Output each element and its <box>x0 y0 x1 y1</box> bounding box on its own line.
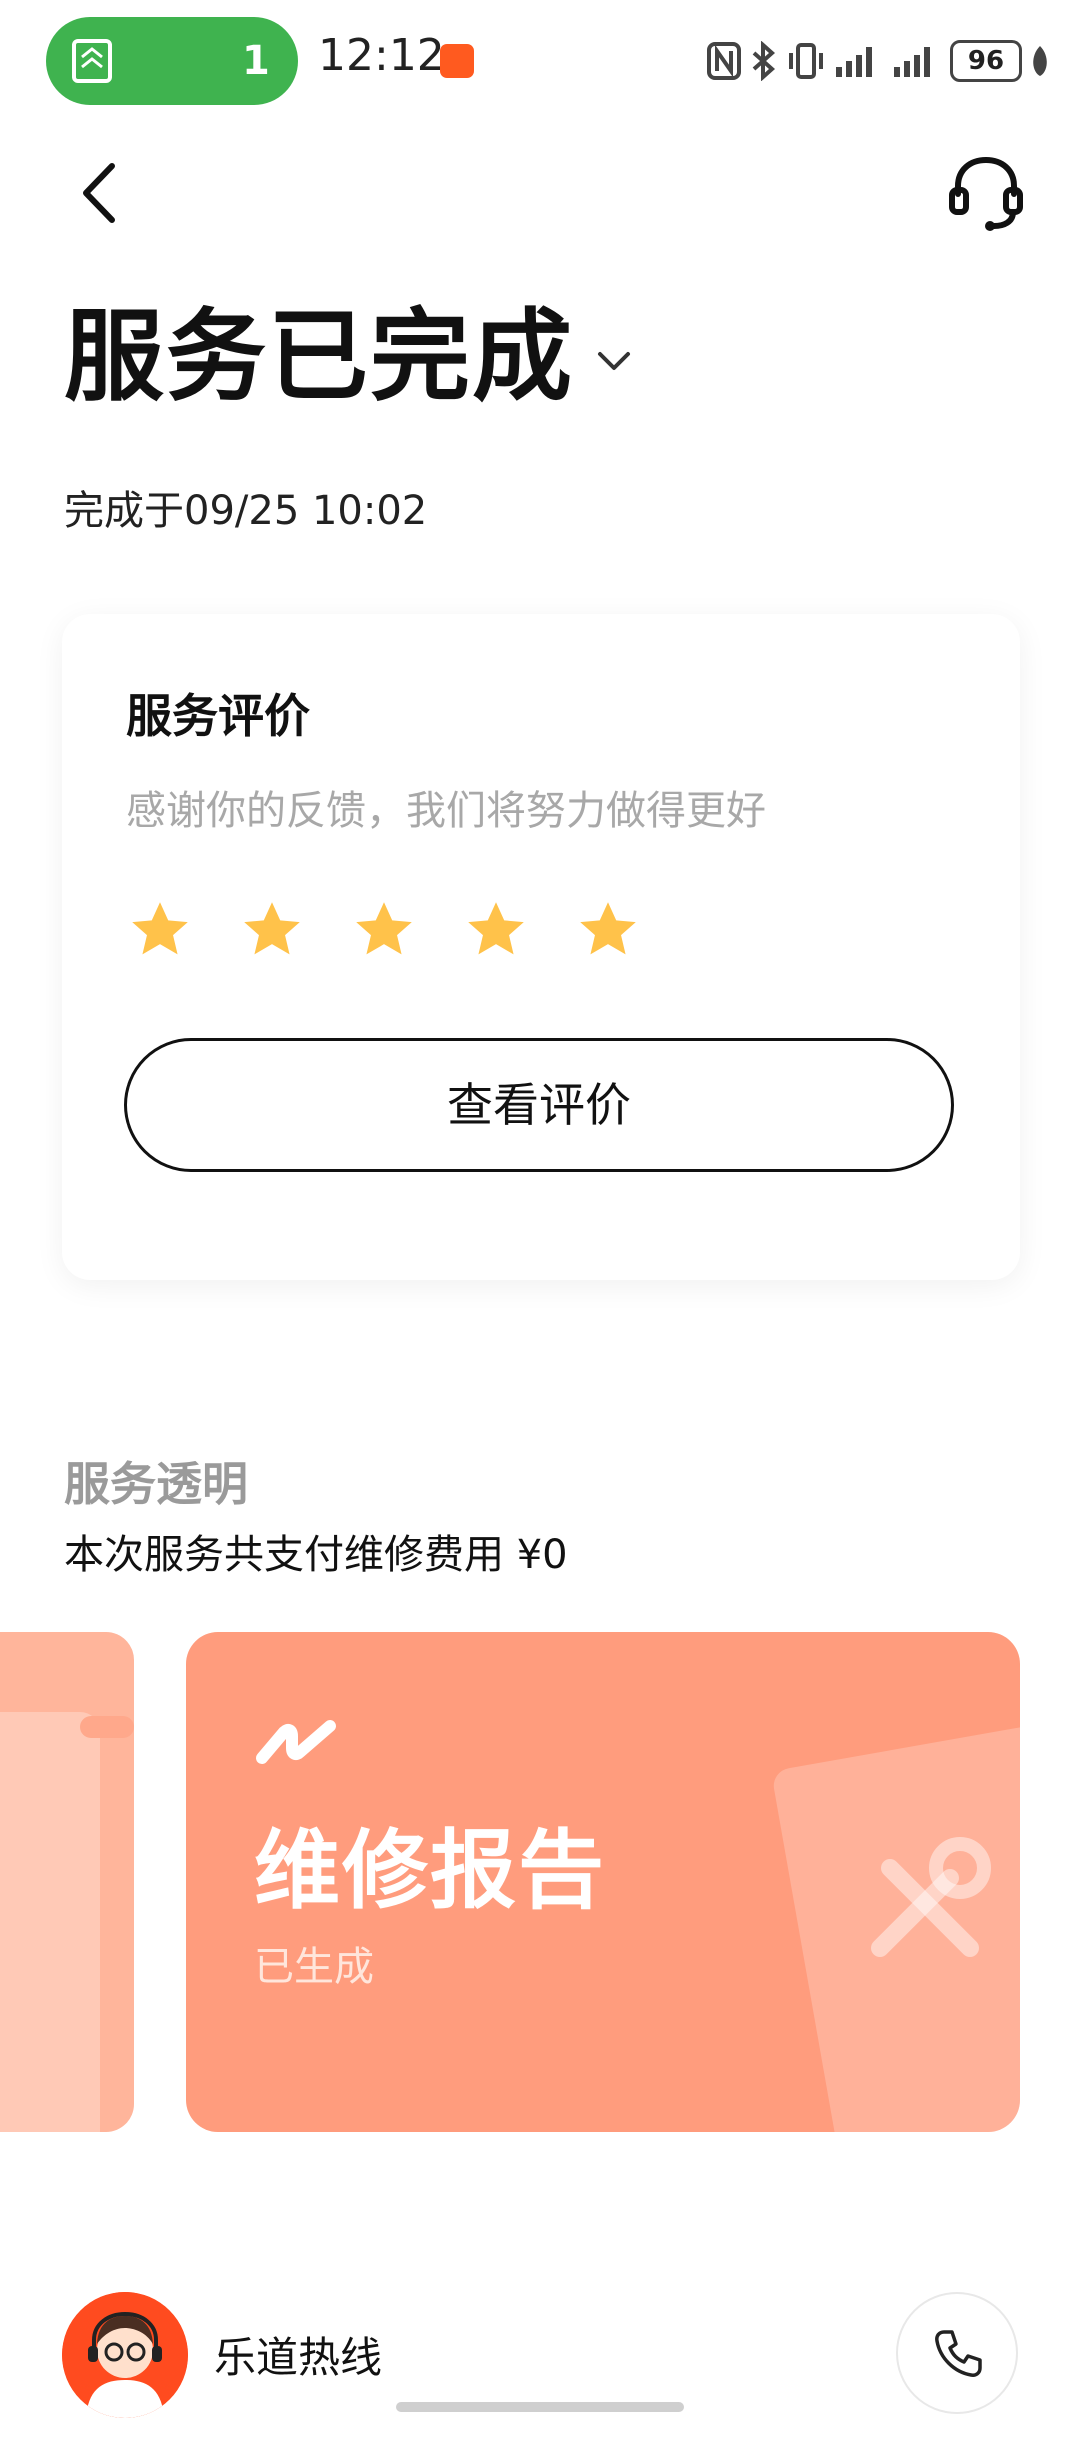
vibrate-icon <box>789 43 823 79</box>
status-bar: 1 12:12 96 <box>0 0 1080 120</box>
app-notification-icon <box>440 44 474 78</box>
star-icon[interactable] <box>126 896 194 964</box>
star-icon[interactable] <box>574 896 642 964</box>
rating-card: 服务评价 感谢你的反馈，我们将努力做得更好 查看评价 <box>62 614 1020 1280</box>
bluetooth-icon <box>752 41 776 81</box>
brand-wave-icon <box>256 1720 336 1764</box>
star-icon[interactable] <box>350 896 418 964</box>
status-icons: 96 <box>706 36 1050 86</box>
rating-subtitle: 感谢你的反馈，我们将努力做得更好 <box>126 788 766 834</box>
signal-2-icon <box>894 47 930 77</box>
agent-avatar-illustration <box>62 2292 188 2418</box>
chevron-down-icon[interactable] <box>594 340 634 380</box>
signal-1-icon <box>836 47 872 77</box>
repair-report-card[interactable]: 维修报告 已生成 <box>186 1632 1020 2132</box>
phone-illustration-tab <box>80 1716 134 1738</box>
battery-indicator: 96 <box>950 40 1022 82</box>
repair-fee-text: 本次服务共支付维修费用 ¥0 <box>64 1532 568 1578</box>
service-completed-page: 1 12:12 96 服务已完成 完成于09/25 10:02 服务评价 感谢你… <box>0 0 1080 2440</box>
ongoing-call-pill[interactable]: 1 <box>46 17 298 105</box>
call-count: 1 <box>242 38 270 84</box>
view-review-button[interactable]: 查看评价 <box>124 1038 954 1172</box>
rating-title: 服务评价 <box>126 689 310 743</box>
repair-report-title: 维修报告 <box>254 1821 606 1921</box>
wrench-screwdriver-icon <box>871 1837 991 1957</box>
transparency-title: 服务透明 <box>64 1457 248 1511</box>
status-time: 12:12 <box>318 30 445 81</box>
headset-icon[interactable] <box>948 152 1024 232</box>
phone-illustration <box>0 1712 100 2132</box>
hotline-avatar <box>62 2292 188 2418</box>
previous-card-peek[interactable] <box>0 1632 134 2132</box>
repair-report-status: 已生成 <box>254 1944 374 1990</box>
page-title: 服务已完成 <box>64 298 574 415</box>
back-arrow-icon[interactable] <box>70 158 130 228</box>
star-rating[interactable] <box>126 896 642 964</box>
star-icon[interactable] <box>462 896 530 964</box>
home-indicator[interactable] <box>396 2402 684 2412</box>
leaf-icon <box>1033 46 1047 76</box>
hotline-label: 乐道热线 <box>214 2333 383 2382</box>
completed-time: 完成于09/25 10:02 <box>64 488 428 534</box>
star-icon[interactable] <box>238 896 306 964</box>
nfc-icon <box>707 42 741 80</box>
phone-icon <box>935 2330 982 2377</box>
call-indicator-icon <box>72 39 112 83</box>
call-hotline-button[interactable] <box>896 2292 1018 2414</box>
